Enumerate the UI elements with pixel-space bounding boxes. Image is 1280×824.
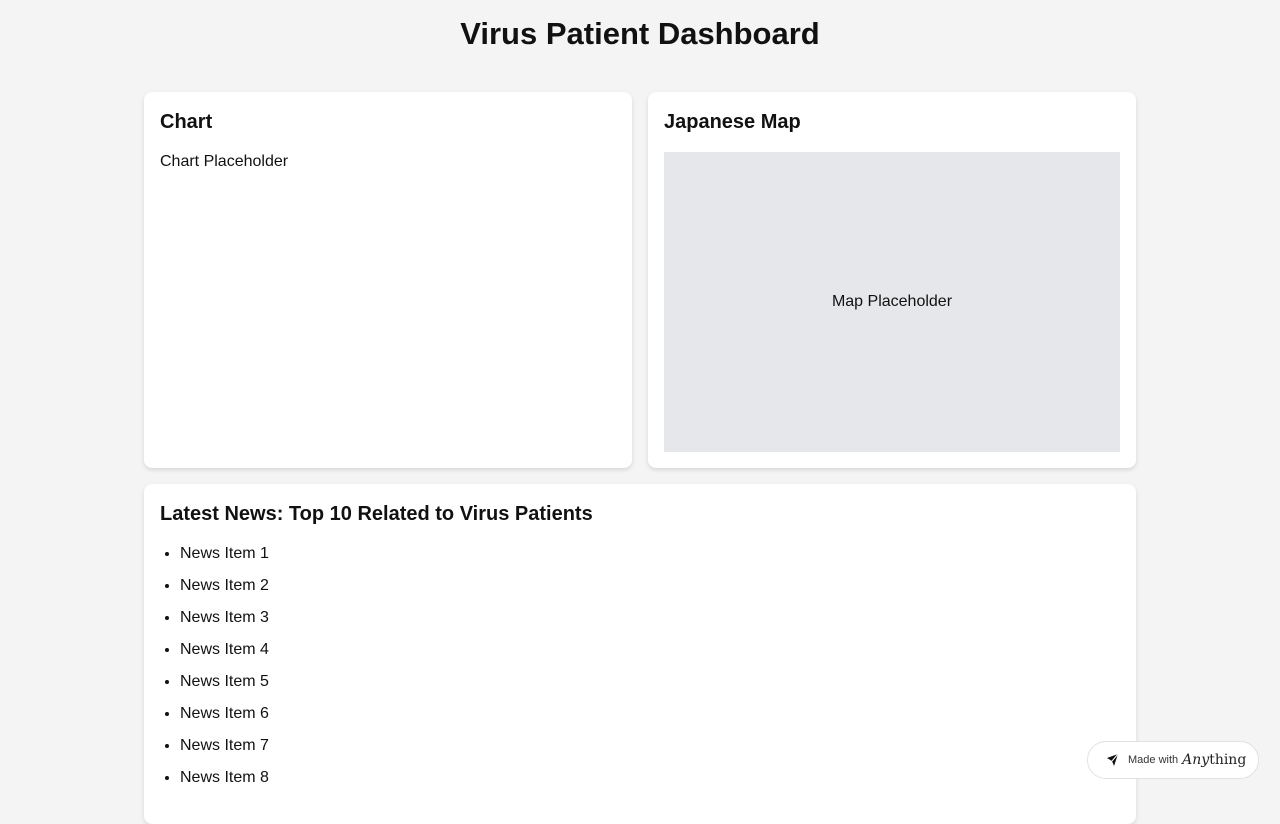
page-title: Virus Patient Dashboard <box>460 16 820 51</box>
news-item[interactable]: News Item 6 <box>180 702 1120 726</box>
news-item[interactable]: News Item 8 <box>180 766 1120 790</box>
chart-card-title: Chart <box>160 111 213 133</box>
news-item[interactable]: News Item 3 <box>180 606 1120 630</box>
news-item[interactable]: News Item 2 <box>180 574 1120 598</box>
map-placeholder: Map Placeholder <box>831 293 953 310</box>
news-item[interactable]: News Item 7 <box>180 734 1120 758</box>
news-item[interactable]: News Item 5 <box>180 670 1120 694</box>
anything-brand: Anything <box>1182 752 1246 768</box>
news-card: Latest News: Top 10 Related to Virus Pat… <box>144 484 1136 824</box>
news-list: News Item 1 News Item 2 News Item 3 News… <box>160 542 1120 790</box>
anything-brand-any: Any <box>1182 752 1210 768</box>
news-item[interactable]: News Item 1 <box>180 542 1120 566</box>
map-card: Japanese Map Map Placeholder <box>648 92 1136 468</box>
anything-logo-icon <box>1106 753 1120 767</box>
anything-brand-thing: thing <box>1209 752 1247 768</box>
made-with-label: Made with <box>1128 754 1179 766</box>
chart-card: Chart Chart Placeholder <box>144 92 632 468</box>
map-area[interactable]: Map Placeholder <box>664 152 1120 452</box>
news-item[interactable]: News Item 4 <box>180 638 1120 662</box>
chart-placeholder: Chart Placeholder <box>160 153 289 170</box>
news-card-title: Latest News: Top 10 Related to Virus Pat… <box>160 503 593 525</box>
map-card-title: Japanese Map <box>664 111 801 133</box>
made-with-anything-badge[interactable]: Made with Anything <box>1087 741 1259 779</box>
